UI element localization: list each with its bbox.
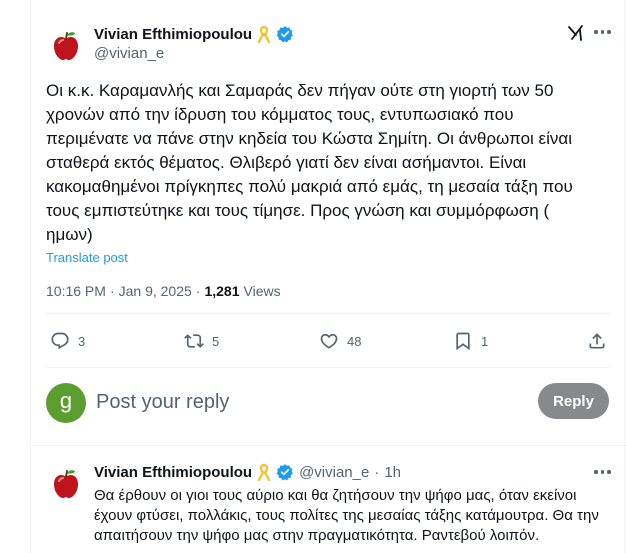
composer-avatar-letter: g xyxy=(59,388,73,413)
grok-button[interactable] xyxy=(566,23,586,43)
reply-input[interactable]: Post your reply xyxy=(96,391,229,414)
reply-time-ago[interactable]: 1h xyxy=(384,464,401,481)
reply-button[interactable]: Reply xyxy=(538,383,609,419)
more-options-button[interactable] xyxy=(594,30,611,34)
meta-divider xyxy=(46,313,610,314)
composer-avatar[interactable]: g xyxy=(46,383,86,423)
reply-author-name[interactable]: Vivian Efthimiopoulou xyxy=(94,464,252,481)
reply-count: 3 xyxy=(78,333,86,349)
share-icon xyxy=(589,333,605,349)
actions-divider xyxy=(46,367,610,368)
reply-action-button[interactable]: 3 xyxy=(50,331,85,351)
reply-tweet-text: Θα έρθουν οι γιοι τους αύριο και θα ζητή… xyxy=(94,487,599,544)
meta-separator: · xyxy=(109,283,115,299)
bookmark-icon xyxy=(456,332,470,351)
reply-icon xyxy=(51,332,69,350)
verified-badge-icon xyxy=(276,464,293,481)
bookmark-count: 1 xyxy=(481,333,489,349)
yellow-ribbon-icon xyxy=(257,25,271,43)
reply-more-options-button[interactable] xyxy=(594,470,611,474)
repost-count: 5 xyxy=(212,333,220,349)
share-action-button[interactable] xyxy=(587,331,607,351)
reply-author-handle[interactable]: @vivian_e xyxy=(299,464,369,481)
grok-icon xyxy=(568,25,583,41)
tweet-meta: 10:16 PM · Jan 9, 2025 · 1,281 Views xyxy=(46,283,281,299)
repost-icon xyxy=(184,334,204,348)
tweet-text: Οι κ.κ. Καραμανλής και Σαμαράς δεν πήγαν… xyxy=(46,81,573,244)
meta-separator: · xyxy=(195,283,201,299)
more-icon xyxy=(594,30,611,34)
author-name-row: Vivian Efthimiopoulou xyxy=(94,25,294,43)
left-column-border xyxy=(30,0,31,553)
verified-badge-icon xyxy=(276,26,293,43)
reply-separator: · xyxy=(374,463,380,481)
author-handle[interactable]: @vivian_e xyxy=(94,45,164,62)
like-action-button[interactable]: 48 xyxy=(319,331,361,351)
tweet-date[interactable]: Jan 9, 2025 xyxy=(119,283,192,299)
reply-author-avatar[interactable] xyxy=(46,464,86,504)
yellow-ribbon-icon xyxy=(257,463,271,481)
views-label: Views xyxy=(243,283,281,299)
repost-action-button[interactable]: 5 xyxy=(184,331,219,351)
bookmark-action-button[interactable]: 1 xyxy=(453,331,488,351)
more-icon xyxy=(594,470,611,474)
apple-avatar-icon xyxy=(54,470,78,498)
apple-avatar-icon xyxy=(54,32,78,60)
author-avatar[interactable] xyxy=(46,26,86,66)
composer-divider xyxy=(30,445,626,446)
author-name[interactable]: Vivian Efthimiopoulou xyxy=(94,26,252,43)
tweet-time[interactable]: 10:16 PM xyxy=(46,283,106,299)
translate-post-link[interactable]: Translate post xyxy=(46,250,128,265)
right-column-border xyxy=(624,0,625,553)
reply-author-row: Vivian Efthimiopoulou @vivian_e · 1h xyxy=(94,463,401,481)
heart-icon xyxy=(320,333,338,349)
views-count: 1,281 xyxy=(204,283,240,299)
like-count: 48 xyxy=(347,333,362,349)
